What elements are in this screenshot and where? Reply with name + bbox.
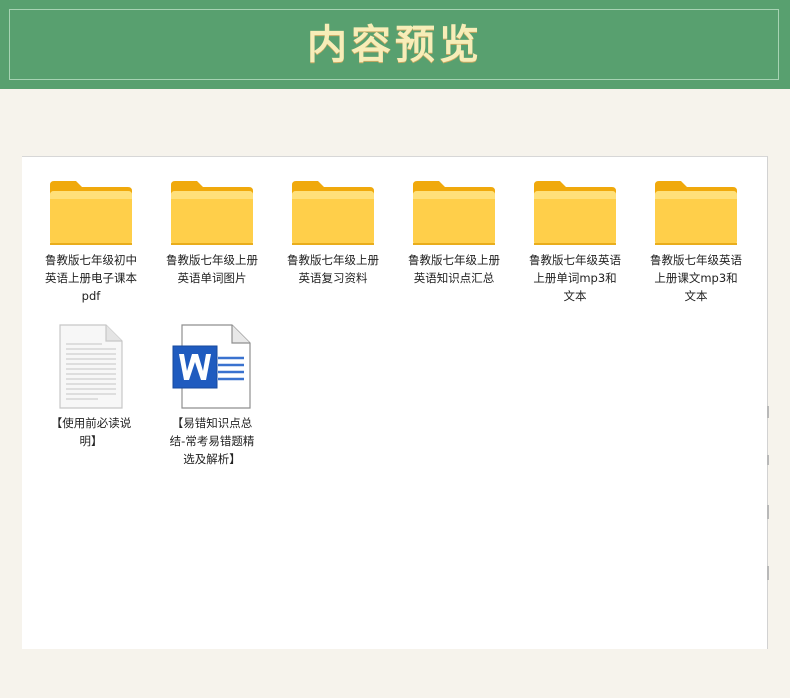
- file-explorer-panel: 鲁教版七年级初中英语上册电子课本pdf 鲁教版七年级上册英语单词图片 鲁教版七年…: [22, 156, 768, 649]
- folder-icon: [413, 181, 495, 245]
- text-document-item[interactable]: 【使用前必读说明】: [42, 324, 140, 450]
- folder-item[interactable]: 鲁教版七年级英语上册单词mp3和文本: [526, 177, 624, 305]
- item-label: 【使用前必读说明】: [50, 416, 132, 448]
- folder-item[interactable]: 鲁教版七年级初中英语上册电子课本pdf: [42, 177, 140, 305]
- folder-icon: [292, 181, 374, 245]
- text-document-icon: [59, 324, 123, 409]
- folder-item[interactable]: 鲁教版七年级上册英语单词图片: [163, 177, 261, 287]
- edge-divider: [767, 455, 769, 465]
- folder-item[interactable]: 鲁教版七年级上册英语复习资料: [284, 177, 382, 287]
- folder-icon: [50, 181, 132, 245]
- item-label: 鲁教版七年级上册英语知识点汇总: [408, 253, 500, 285]
- folder-icon: [534, 181, 616, 245]
- item-label: 鲁教版七年级初中英语上册电子课本pdf: [45, 253, 137, 303]
- item-label: 鲁教版七年级上册英语单词图片: [166, 253, 258, 285]
- folder-item[interactable]: 鲁教版七年级上册英语知识点汇总: [405, 177, 503, 287]
- folder-icon: [655, 181, 737, 245]
- edge-divider: [767, 505, 769, 519]
- word-document-icon: [172, 324, 251, 409]
- item-label: 鲁教版七年级英语上册单词mp3和文本: [529, 253, 621, 303]
- folder-icon: [171, 181, 253, 245]
- page-title: 内容预览: [307, 21, 483, 68]
- item-label: 鲁教版七年级上册英语复习资料: [287, 253, 379, 285]
- edge-divider: [767, 406, 769, 418]
- edge-divider: [767, 566, 769, 580]
- folder-item[interactable]: 鲁教版七年级英语上册课文mp3和文本: [647, 177, 745, 305]
- word-document-item[interactable]: 【易错知识点总结-常考易错题精选及解析】: [163, 324, 261, 468]
- header-banner: 内容预览: [0, 0, 790, 89]
- item-label: 鲁教版七年级英语上册课文mp3和文本: [650, 253, 742, 303]
- item-label: 【易错知识点总结-常考易错题精选及解析】: [169, 416, 255, 466]
